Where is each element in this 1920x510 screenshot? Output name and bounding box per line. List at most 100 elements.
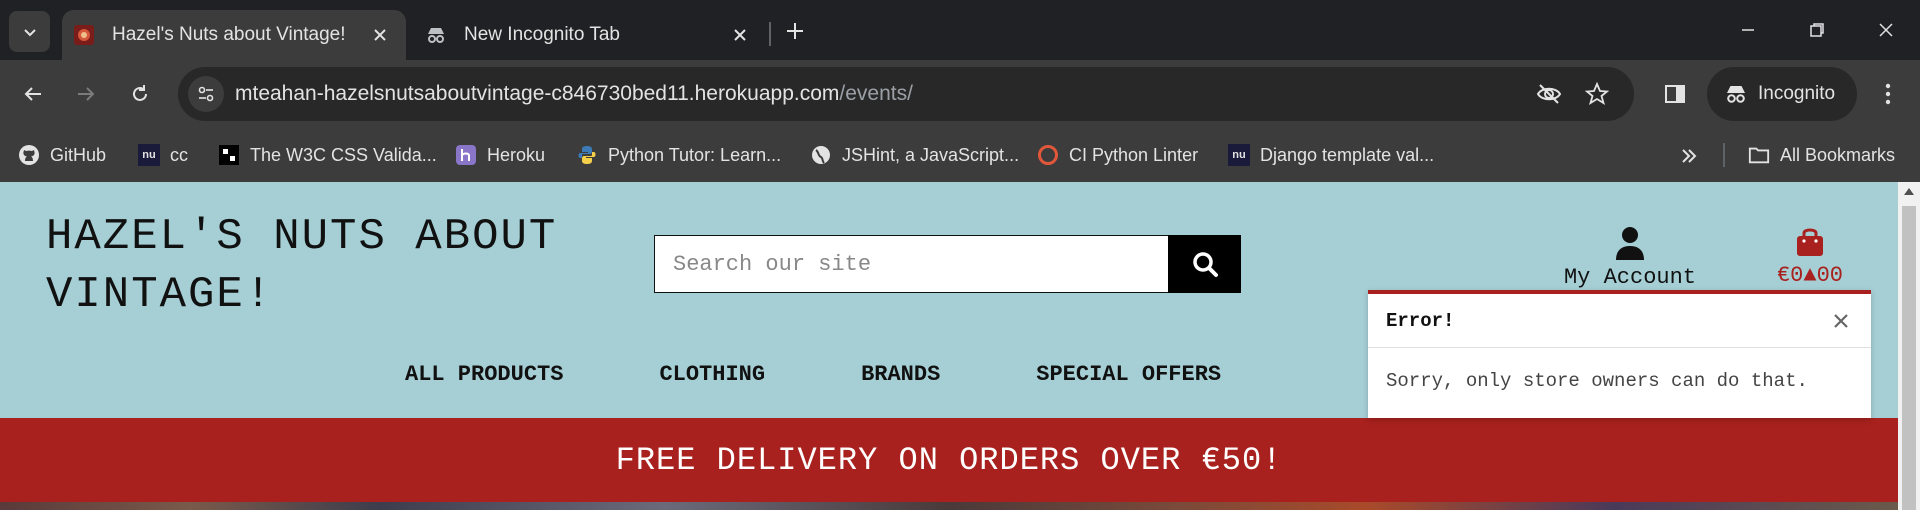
profile-label: Incognito bbox=[1758, 83, 1836, 104]
site-info-button[interactable] bbox=[188, 76, 224, 112]
close-icon bbox=[1834, 313, 1848, 328]
tab-hazels-nuts[interactable]: Hazel's Nuts about Vintage! bbox=[62, 10, 406, 60]
shopping-bag-link[interactable]: €0▲00 bbox=[1770, 226, 1850, 288]
kebab-menu-icon bbox=[1885, 83, 1891, 105]
scroll-thumb[interactable] bbox=[1902, 206, 1916, 510]
search-input[interactable] bbox=[654, 235, 1168, 293]
arrow-right-icon bbox=[78, 87, 95, 101]
eye-off-icon[interactable] bbox=[1534, 79, 1564, 109]
bookmark-cc[interactable]: nu cc bbox=[138, 139, 188, 171]
close-window-button[interactable] bbox=[1866, 12, 1906, 48]
bookmark-heroku[interactable]: Heroku bbox=[455, 139, 545, 171]
scroll-up-arrow-icon[interactable] bbox=[1904, 188, 1914, 195]
hero-image bbox=[0, 502, 1898, 510]
minimize-button[interactable] bbox=[1728, 12, 1768, 48]
bookmark-label: GitHub bbox=[50, 144, 107, 165]
error-toast: Error! Sorry, only store owners can do t… bbox=[1368, 290, 1871, 418]
my-account-label: My Account bbox=[1563, 265, 1697, 290]
ci-icon bbox=[1037, 144, 1059, 166]
close-tab-icon[interactable] bbox=[726, 21, 754, 49]
back-button[interactable] bbox=[13, 74, 53, 114]
all-bookmarks-label: All Bookmarks bbox=[1780, 144, 1896, 165]
toast-title: Error! bbox=[1386, 309, 1455, 332]
python-icon bbox=[576, 144, 598, 166]
plus-icon bbox=[787, 23, 803, 39]
side-panel-icon bbox=[1665, 85, 1685, 103]
my-account-link[interactable]: My Account bbox=[1555, 226, 1705, 290]
all-bookmarks-button[interactable]: All Bookmarks bbox=[1748, 139, 1895, 171]
github-icon bbox=[18, 144, 40, 166]
chevron-down-icon bbox=[23, 28, 36, 36]
tab-search-button[interactable] bbox=[9, 11, 50, 52]
restore-icon bbox=[1810, 23, 1824, 37]
site-brand-link[interactable]: HAZEL'S NUTS ABOUT VINTAGE! bbox=[46, 208, 606, 324]
bookmark-star-icon[interactable] bbox=[1582, 79, 1612, 109]
incognito-icon bbox=[424, 23, 448, 47]
tab-new-incognito[interactable]: New Incognito Tab bbox=[414, 10, 766, 60]
bag-total: €0▲00 bbox=[1776, 263, 1843, 288]
bookmarks-overflow-button[interactable] bbox=[1674, 141, 1704, 171]
close-tab-icon[interactable] bbox=[366, 21, 394, 49]
tab-title: Hazel's Nuts about Vintage! bbox=[112, 24, 346, 45]
nav-special-offers[interactable]: SPECIAL OFFERS bbox=[1036, 362, 1221, 396]
bookmark-label: CI Python Linter bbox=[1069, 144, 1199, 165]
bookmark-django-validator[interactable]: nu Django template val... bbox=[1228, 139, 1434, 171]
double-chevron-right-icon bbox=[1682, 149, 1697, 163]
nav-brands[interactable]: BRANDS bbox=[861, 362, 940, 396]
shopping-bag-icon bbox=[1797, 228, 1823, 256]
toast-header: Error! bbox=[1368, 294, 1871, 348]
page-scrollbar[interactable] bbox=[1898, 182, 1920, 510]
incognito-profile-button[interactable]: Incognito bbox=[1707, 67, 1857, 121]
heroku-icon bbox=[455, 144, 477, 166]
restore-button[interactable] bbox=[1797, 12, 1837, 48]
bookmark-ci-python-linter[interactable]: CI Python Linter bbox=[1037, 139, 1198, 171]
close-icon bbox=[1879, 23, 1893, 37]
bookmark-label: cc bbox=[170, 144, 188, 165]
search-icon bbox=[1192, 252, 1218, 277]
address-bar[interactable]: mteahan-hazelsnutsaboutvintage-c846730be… bbox=[178, 67, 1634, 121]
user-icon bbox=[1616, 227, 1644, 260]
url-host: mteahan-hazelsnutsaboutvintage-c846730be… bbox=[235, 82, 840, 105]
nav-all-products[interactable]: ALL PRODUCTS bbox=[405, 362, 563, 396]
tune-icon bbox=[198, 86, 214, 102]
minimize-icon bbox=[1742, 29, 1754, 31]
free-delivery-banner: FREE DELIVERY ON ORDERS OVER €50! bbox=[0, 418, 1898, 502]
tab-strip: Hazel's Nuts about Vintage! New Incognit… bbox=[0, 0, 1920, 60]
forward-button[interactable] bbox=[66, 74, 106, 114]
browser-menu-button[interactable] bbox=[1868, 74, 1908, 114]
bookmark-w3c-css[interactable]: The W3C CSS Valida... bbox=[218, 139, 437, 171]
bookmark-label: Python Tutor: Learn... bbox=[608, 144, 782, 165]
folder-icon bbox=[1748, 144, 1770, 166]
search-button[interactable] bbox=[1168, 235, 1241, 293]
nu-icon: nu bbox=[1228, 144, 1250, 166]
reload-button[interactable] bbox=[120, 74, 160, 114]
arrow-left-icon bbox=[24, 87, 41, 101]
toast-close-button[interactable] bbox=[1829, 309, 1853, 333]
bookmark-github[interactable]: GitHub bbox=[18, 139, 106, 171]
page-viewport: HAZEL'S NUTS ABOUT VINTAGE! My Account €… bbox=[0, 182, 1898, 510]
url-text[interactable]: mteahan-hazelsnutsaboutvintage-c846730be… bbox=[235, 82, 913, 106]
bookmark-label: JSHint, a JavaScript... bbox=[842, 144, 1020, 165]
main-nav: ALL PRODUCTS CLOTHING BRANDS SPECIAL OFF… bbox=[405, 362, 1317, 396]
toast-message: Sorry, only store owners can do that. bbox=[1386, 370, 1808, 392]
bookmark-jshint[interactable]: JSHint, a JavaScript... bbox=[810, 139, 1019, 171]
bookmark-python-tutor[interactable]: Python Tutor: Learn... bbox=[576, 139, 781, 171]
bookmark-label: Django template val... bbox=[1260, 144, 1435, 165]
tab-divider bbox=[769, 22, 771, 46]
bookmarks-divider bbox=[1723, 143, 1725, 167]
side-panel-button[interactable] bbox=[1655, 74, 1695, 114]
new-tab-button[interactable] bbox=[778, 14, 812, 48]
w3c-icon bbox=[218, 144, 240, 166]
site-search-form bbox=[654, 235, 1241, 293]
nav-clothing[interactable]: CLOTHING bbox=[659, 362, 765, 396]
bookmark-label: The W3C CSS Valida... bbox=[250, 144, 437, 165]
bookmarks-bar: GitHub nu cc The W3C CSS Valida... Herok… bbox=[0, 128, 1920, 182]
browser-toolbar: mteahan-hazelsnutsaboutvintage-c846730be… bbox=[0, 60, 1920, 128]
site-favicon-icon bbox=[72, 23, 96, 47]
nu-icon: nu bbox=[138, 144, 160, 166]
url-path: /events/ bbox=[839, 82, 913, 105]
reload-icon bbox=[133, 85, 147, 101]
tab-title: New Incognito Tab bbox=[464, 24, 620, 45]
incognito-icon bbox=[1727, 86, 1745, 103]
bookmark-label: Heroku bbox=[487, 144, 546, 165]
